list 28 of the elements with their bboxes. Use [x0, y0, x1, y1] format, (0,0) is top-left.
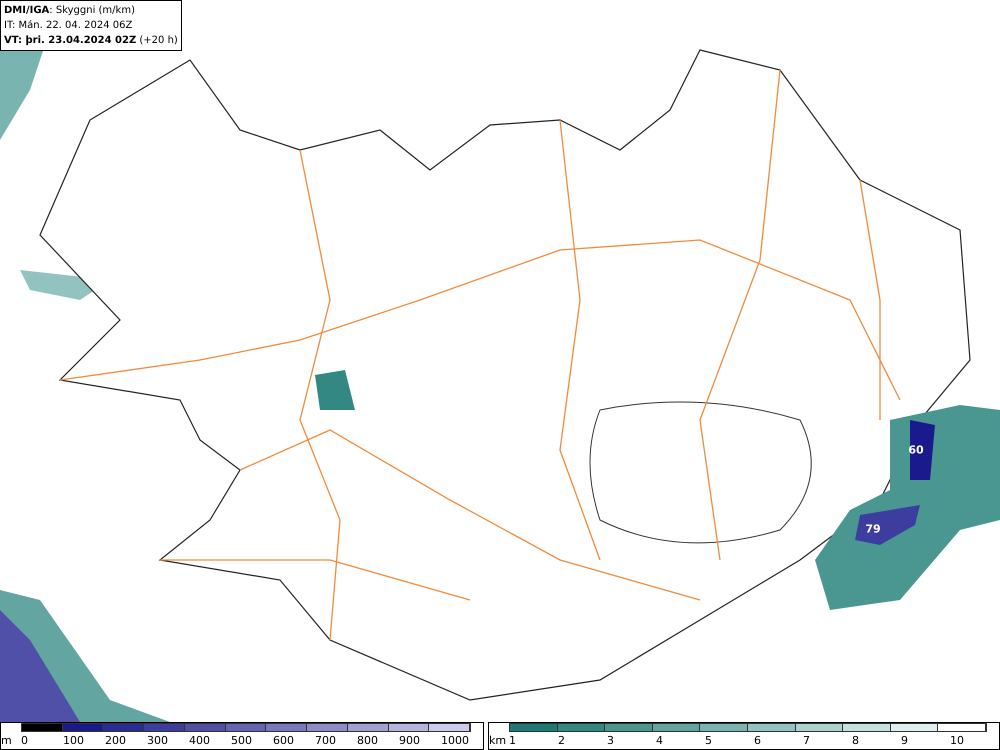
legend-label: 600	[273, 733, 295, 749]
legend-label: 4	[656, 733, 664, 749]
legend-label: 200	[105, 733, 127, 749]
legend-label: 300	[147, 733, 169, 749]
legend-unit: m	[1, 733, 13, 749]
legend-label: 2	[558, 733, 566, 749]
legend-label: 1000	[441, 733, 470, 749]
legend-label: 7	[803, 733, 811, 749]
legend-label: 10	[950, 733, 965, 749]
legend-label: 6	[754, 733, 762, 749]
legend-label: 400	[189, 733, 211, 749]
header-line: VT: þri. 23.04.2024 02Z (+20 h)	[4, 34, 178, 48]
legend-label: 1	[509, 733, 517, 749]
map-label: 79	[865, 522, 881, 535]
legend-label: 100	[63, 733, 85, 749]
legend-label: 8	[852, 733, 860, 749]
legend-label: 900	[399, 733, 421, 749]
legend-label: 800	[357, 733, 379, 749]
legend-label: 700	[315, 733, 337, 749]
header-line: IT: Mán. 22. 04. 2024 06Z	[4, 19, 134, 33]
legend-label: 0	[21, 733, 29, 749]
map-label: 60	[908, 443, 924, 456]
legend-label: 500	[231, 733, 253, 749]
legend-label: 5	[705, 733, 713, 749]
legend-label: 3	[607, 733, 615, 749]
legend-label: 9	[901, 733, 909, 749]
legend-unit: km	[489, 733, 508, 749]
header-line: DMI/IGA: Skyggni (m/km)	[4, 4, 136, 18]
